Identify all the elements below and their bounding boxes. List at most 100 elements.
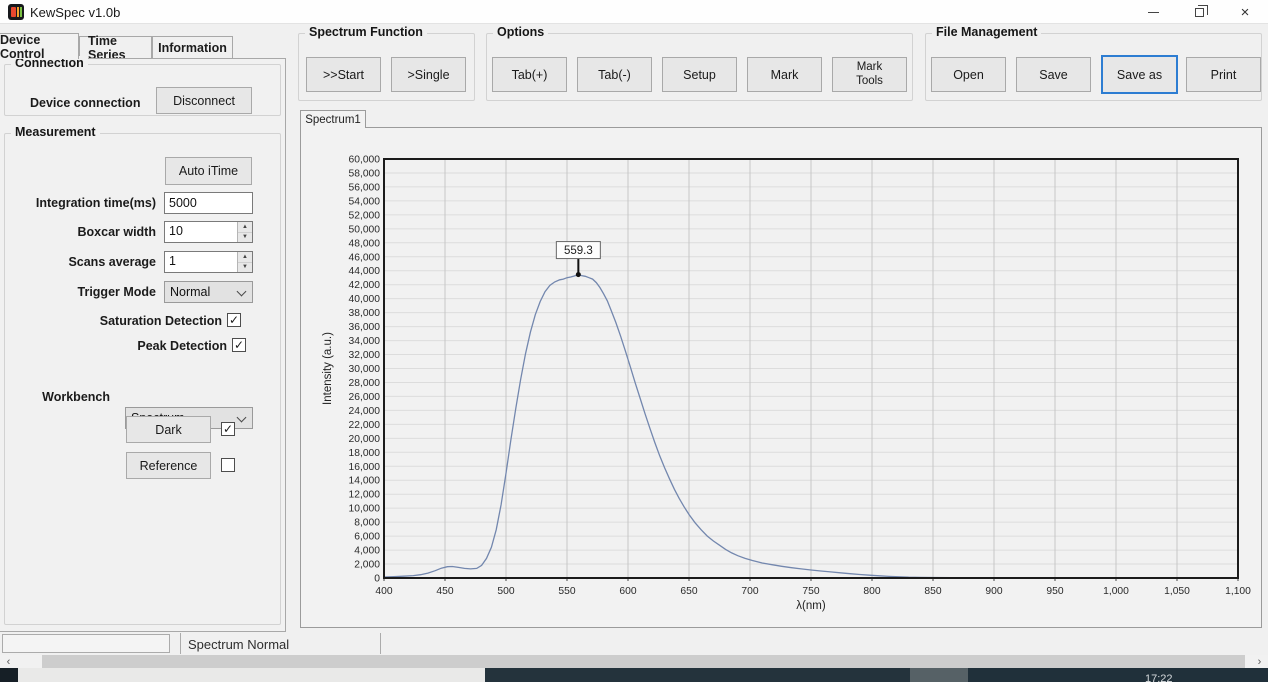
boxcar-up-icon[interactable]: ▲ bbox=[238, 222, 252, 233]
taskbar-segment bbox=[485, 668, 910, 682]
svg-text:2,000: 2,000 bbox=[354, 560, 380, 571]
svg-text:500: 500 bbox=[497, 586, 514, 597]
taskbar-active-app[interactable] bbox=[18, 668, 485, 682]
restore-button[interactable] bbox=[1176, 0, 1222, 24]
svg-text:850: 850 bbox=[924, 586, 941, 597]
tab-plus-button[interactable]: Tab(+) bbox=[492, 57, 567, 92]
window-title: KewSpec v1.0b bbox=[30, 5, 120, 20]
svg-text:30,000: 30,000 bbox=[349, 364, 381, 375]
start-button[interactable]: >>Start bbox=[306, 57, 381, 92]
saturation-detection-checkbox[interactable]: ✓ bbox=[227, 313, 241, 327]
scroll-left-icon[interactable]: ‹ bbox=[0, 655, 17, 668]
svg-text:60,000: 60,000 bbox=[349, 155, 381, 166]
svg-text:600: 600 bbox=[619, 586, 636, 597]
svg-text:1,100: 1,100 bbox=[1225, 586, 1251, 597]
save-as-button[interactable]: Save as bbox=[1101, 55, 1178, 94]
svg-text:36,000: 36,000 bbox=[349, 322, 381, 333]
minimize-button[interactable] bbox=[1130, 0, 1176, 24]
svg-text:42,000: 42,000 bbox=[349, 280, 381, 291]
measurement-legend: Measurement bbox=[11, 125, 100, 139]
svg-text:58,000: 58,000 bbox=[349, 168, 381, 179]
boxcar-down-icon[interactable]: ▼ bbox=[238, 233, 252, 243]
integration-time-label: Integration time(ms) bbox=[10, 196, 156, 210]
title-bar: KewSpec v1.0b × bbox=[0, 0, 1268, 24]
svg-text:0: 0 bbox=[374, 574, 380, 585]
workbench-label: Workbench bbox=[10, 390, 110, 404]
integration-time-value: 5000 bbox=[169, 196, 197, 210]
application-window: KewSpec v1.0b × Device Control Time Seri… bbox=[0, 0, 1268, 682]
dark-checkbox[interactable]: ✓ bbox=[221, 422, 235, 436]
scroll-right-icon[interactable]: › bbox=[1251, 655, 1268, 668]
svg-text:900: 900 bbox=[985, 586, 1002, 597]
saturation-detection-label: Saturation Detection bbox=[10, 314, 222, 328]
spectrum-function-legend: Spectrum Function bbox=[305, 25, 427, 39]
close-button[interactable]: × bbox=[1222, 0, 1268, 24]
reference-checkbox[interactable] bbox=[221, 458, 235, 472]
svg-text:14,000: 14,000 bbox=[349, 476, 381, 487]
peak-detection-label: Peak Detection bbox=[10, 339, 227, 353]
svg-text:34,000: 34,000 bbox=[349, 336, 381, 347]
svg-text:32,000: 32,000 bbox=[349, 350, 381, 361]
disconnect-button[interactable]: Disconnect bbox=[156, 87, 252, 114]
svg-text:40,000: 40,000 bbox=[349, 294, 381, 305]
reference-button[interactable]: Reference bbox=[126, 452, 211, 479]
boxcar-width-stepper[interactable]: 10 ▲ ▼ bbox=[164, 221, 253, 243]
svg-text:16,000: 16,000 bbox=[349, 462, 381, 473]
taskbar-segment bbox=[0, 668, 18, 682]
scrollbar-thumb[interactable] bbox=[42, 655, 1245, 668]
scans-up-icon[interactable]: ▲ bbox=[238, 252, 252, 263]
svg-text:26,000: 26,000 bbox=[349, 392, 381, 403]
tab-spectrum1-label: Spectrum1 bbox=[305, 114, 361, 126]
tab-information[interactable]: Information bbox=[152, 36, 233, 58]
svg-text:56,000: 56,000 bbox=[349, 182, 381, 193]
auto-itime-button[interactable]: Auto iTime bbox=[165, 157, 252, 185]
chevron-down-icon bbox=[237, 287, 247, 297]
print-button[interactable]: Print bbox=[1186, 57, 1261, 92]
svg-text:4,000: 4,000 bbox=[354, 546, 380, 557]
svg-text:550: 550 bbox=[558, 586, 575, 597]
tab-spectrum1[interactable]: Spectrum1 bbox=[300, 110, 366, 128]
mark-tools-button[interactable]: Mark Tools bbox=[832, 57, 907, 92]
peak-detection-checkbox[interactable]: ✓ bbox=[232, 338, 246, 352]
svg-text:22,000: 22,000 bbox=[349, 420, 381, 431]
boxcar-width-label: Boxcar width bbox=[10, 225, 156, 239]
setup-button[interactable]: Setup bbox=[662, 57, 737, 92]
tab-minus-button[interactable]: Tab(-) bbox=[577, 57, 652, 92]
windows-taskbar[interactable]: 17:22 bbox=[0, 668, 1268, 682]
integration-time-input[interactable]: 5000 bbox=[164, 192, 253, 214]
dark-button[interactable]: Dark bbox=[126, 416, 211, 443]
svg-text:559.3: 559.3 bbox=[564, 245, 593, 257]
svg-text:20,000: 20,000 bbox=[349, 434, 381, 445]
svg-text:1,000: 1,000 bbox=[1103, 586, 1129, 597]
svg-text:12,000: 12,000 bbox=[349, 490, 381, 501]
scans-average-value: 1 bbox=[169, 254, 176, 268]
svg-text:6,000: 6,000 bbox=[354, 532, 380, 543]
svg-text:28,000: 28,000 bbox=[349, 378, 381, 389]
spectrum-chart[interactable]: 02,0004,0006,0008,00010,00012,00014,0001… bbox=[301, 128, 1261, 627]
svg-text:18,000: 18,000 bbox=[349, 448, 381, 459]
svg-text:38,000: 38,000 bbox=[349, 308, 381, 319]
chart-page: 02,0004,0006,0008,00010,00012,00014,0001… bbox=[300, 127, 1262, 628]
svg-text:1,050: 1,050 bbox=[1164, 586, 1190, 597]
tab-device-control[interactable]: Device Control bbox=[0, 33, 79, 59]
taskbar-app-button[interactable] bbox=[910, 668, 968, 682]
scans-down-icon[interactable]: ▼ bbox=[238, 263, 252, 273]
svg-text:44,000: 44,000 bbox=[349, 266, 381, 277]
open-button[interactable]: Open bbox=[931, 57, 1006, 92]
single-button[interactable]: >Single bbox=[391, 57, 466, 92]
status-message: Spectrum Normal bbox=[188, 637, 289, 652]
scans-average-stepper[interactable]: 1 ▲ ▼ bbox=[164, 251, 253, 273]
trigger-mode-select[interactable]: Normal bbox=[164, 281, 253, 303]
tab-time-series[interactable]: Time Series bbox=[79, 36, 152, 58]
svg-text:8,000: 8,000 bbox=[354, 518, 380, 529]
mark-button[interactable]: Mark bbox=[747, 57, 822, 92]
app-icon bbox=[8, 4, 24, 20]
options-legend: Options bbox=[493, 25, 548, 39]
status-divider bbox=[180, 633, 181, 654]
svg-text:950: 950 bbox=[1046, 586, 1063, 597]
save-button[interactable]: Save bbox=[1016, 57, 1091, 92]
taskbar-clock: 17:22 bbox=[1145, 673, 1173, 682]
status-progress-box bbox=[2, 634, 170, 653]
horizontal-scrollbar[interactable]: ‹ › bbox=[0, 655, 1268, 668]
trigger-mode-value: Normal bbox=[170, 285, 210, 299]
